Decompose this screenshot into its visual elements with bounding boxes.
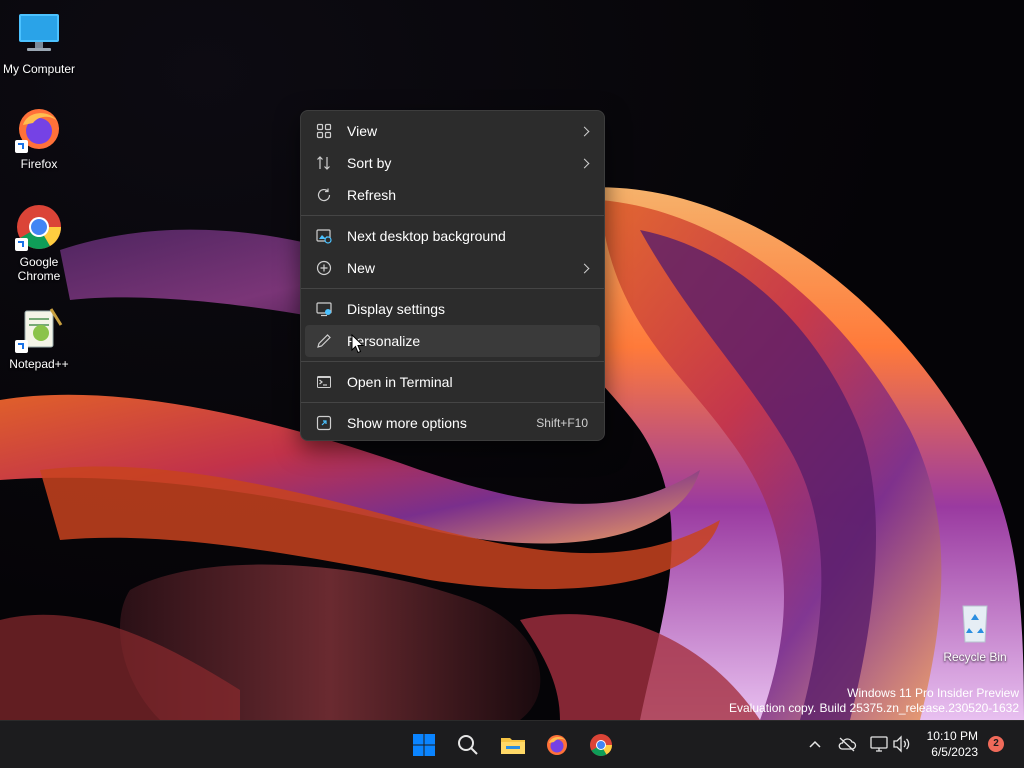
menu-item-label: Display settings — [347, 301, 446, 317]
notepadpp-icon — [15, 305, 63, 353]
more-options-icon — [316, 415, 332, 431]
taskbar-clock[interactable]: 10:10 PM 6/5/2023 — [927, 728, 978, 760]
menu-item-sort-by[interactable]: Sort by — [305, 147, 600, 179]
menu-item-show-more-options[interactable]: Show more options Shift+F10 — [305, 407, 600, 439]
desktop-icon-recycle-bin[interactable]: Recycle Bin — [936, 598, 1014, 664]
desktop-icon-chrome[interactable]: Google Chrome — [0, 203, 78, 283]
menu-item-label: Next desktop background — [347, 228, 506, 244]
refresh-icon — [316, 187, 332, 203]
network-icon — [870, 736, 888, 752]
chevron-up-icon — [809, 740, 821, 748]
taskbar-chrome[interactable] — [585, 729, 617, 761]
desktop-icon-notepadpp[interactable]: Notepad++ — [0, 305, 78, 371]
next-background-icon — [316, 228, 332, 244]
menu-item-personalize[interactable]: Personalize — [305, 325, 600, 357]
cloud-offline-icon — [838, 737, 857, 752]
desktop-icon-firefox[interactable]: Firefox — [0, 105, 78, 171]
menu-item-label: New — [347, 260, 376, 276]
menu-item-view[interactable]: View — [305, 115, 600, 147]
desktop-icon-label: Recycle Bin — [943, 650, 1007, 664]
watermark-line-1: Windows 11 Pro Insider Preview — [847, 686, 1019, 700]
keyboard-shortcut: Shift+F10 — [536, 416, 588, 430]
menu-item-open-in-terminal[interactable]: Open in Terminal — [305, 366, 600, 398]
menu-separator — [301, 215, 604, 216]
taskbar: 10:10 PM 6/5/2023 — [0, 720, 1024, 768]
desktop-icon-my-computer[interactable]: My Computer — [0, 10, 78, 76]
desktop-icon-label: Google Chrome — [17, 255, 61, 283]
add-circle-icon — [316, 260, 332, 276]
recycle-bin-icon — [951, 598, 999, 646]
menu-separator — [301, 402, 604, 403]
firefox-icon — [15, 105, 63, 153]
chevron-right-icon — [579, 158, 590, 168]
shortcut-arrow-icon — [15, 140, 28, 153]
menu-item-label: Personalize — [347, 333, 421, 349]
search-icon — [458, 735, 478, 755]
menu-item-label: Sort by — [347, 155, 392, 171]
chrome-icon — [590, 734, 612, 756]
desktop-context-menu: View Sort by Refresh Next desktop backgr… — [300, 110, 605, 441]
search-button[interactable] — [452, 729, 484, 761]
shortcut-arrow-icon — [15, 238, 28, 251]
notification-badge[interactable]: 2 — [988, 736, 1004, 752]
firefox-icon — [547, 735, 567, 755]
pencil-icon — [316, 333, 332, 349]
chevron-right-icon — [579, 263, 590, 273]
menu-item-label: Show more options — [347, 415, 467, 431]
clock-time: 10:10 PM — [926, 729, 978, 743]
windows-logo-icon — [413, 734, 435, 756]
desktop-icon-label: My Computer — [2, 62, 76, 76]
menu-item-refresh[interactable]: Refresh — [305, 179, 600, 211]
shortcut-arrow-icon — [15, 340, 28, 353]
chevron-right-icon — [579, 126, 590, 136]
grid-view-icon — [316, 123, 332, 139]
volume-tray-button[interactable] — [891, 733, 913, 755]
network-tray-button[interactable] — [868, 733, 890, 755]
desktop-icon-label: Firefox — [20, 157, 58, 171]
menu-item-next-desktop-background[interactable]: Next desktop background — [305, 220, 600, 252]
menu-item-label: Open in Terminal — [347, 374, 453, 390]
sort-icon — [316, 155, 332, 171]
display-settings-icon — [316, 301, 332, 317]
onedrive-tray-button[interactable] — [836, 733, 858, 755]
terminal-icon — [316, 374, 332, 390]
menu-separator — [301, 361, 604, 362]
clock-date: 6/5/2023 — [931, 745, 978, 759]
menu-item-label: View — [347, 123, 378, 139]
desktop-icon-label: Notepad++ — [9, 357, 69, 371]
menu-item-display-settings[interactable]: Display settings — [305, 293, 600, 325]
mouse-pointer-icon — [351, 334, 365, 354]
taskbar-file-explorer[interactable] — [497, 729, 529, 761]
menu-separator — [301, 288, 604, 289]
folder-icon — [501, 738, 525, 754]
watermark-line-2: Evaluation copy. Build 25375.zn_release.… — [729, 701, 1019, 715]
computer-icon — [15, 10, 63, 58]
evaluation-watermark: Windows 11 Pro Insider Preview Evaluatio… — [729, 686, 1019, 716]
show-hidden-icons-button[interactable] — [804, 733, 826, 755]
chrome-icon — [15, 203, 63, 251]
taskbar-firefox[interactable] — [541, 729, 573, 761]
menu-item-new[interactable]: New — [305, 252, 600, 284]
volume-icon — [893, 735, 910, 753]
menu-item-label: Refresh — [347, 187, 397, 203]
start-button[interactable] — [408, 729, 440, 761]
